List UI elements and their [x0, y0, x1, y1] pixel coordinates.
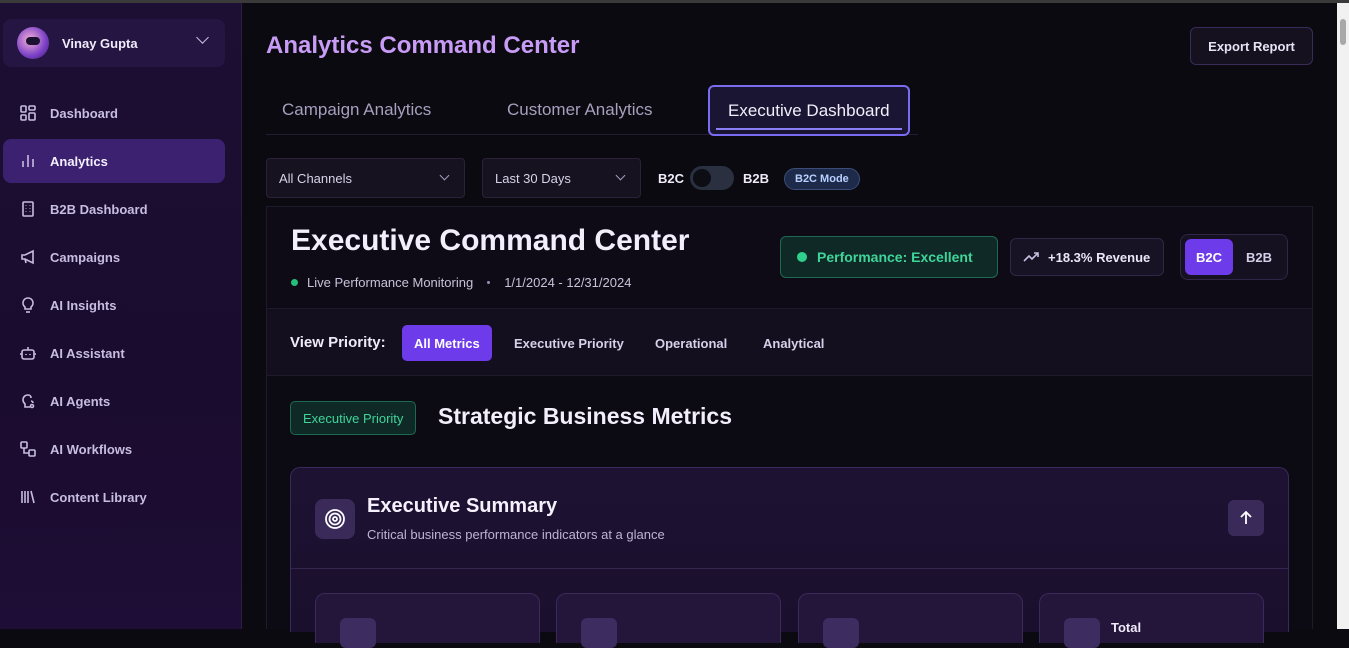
executive-panel: Executive Command Center Live Performanc… [266, 206, 1313, 648]
metric-icon [823, 618, 859, 648]
sidebar-nav: Dashboard Analytics B2B Dashboard Campai… [3, 91, 225, 523]
arrow-up-icon [1240, 510, 1252, 524]
sidebar-item-ai-workflows[interactable]: AI Workflows [3, 427, 225, 471]
metric-card[interactable] [556, 593, 781, 648]
metric-icon [340, 618, 376, 648]
date-range-select-value: Last 30 Days [495, 170, 571, 186]
sidebar-item-analytics[interactable]: Analytics [3, 139, 225, 183]
tab-customer-analytics[interactable]: Customer Analytics [507, 85, 653, 135]
metric-icon [581, 618, 617, 648]
scrollbar-thumb[interactable] [1340, 19, 1346, 45]
segment-switch: B2C B2B [1180, 234, 1288, 280]
segment-b2b-button[interactable]: B2B [1235, 239, 1283, 275]
sidebar: Vinay Gupta Dashboard Analytics B2B Dash… [0, 3, 242, 629]
live-label: Live Performance Monitoring [307, 275, 474, 290]
sidebar-item-content-library[interactable]: Content Library [3, 475, 225, 519]
page-title: Analytics Command Center [266, 32, 580, 59]
metric-icon [1064, 618, 1100, 648]
grid-icon [19, 104, 37, 122]
date-range-label: 1/1/2024 - 12/31/2024 [504, 275, 632, 290]
revenue-label: +18.3% Revenue [1048, 249, 1151, 265]
priority-analytical[interactable]: Analytical [751, 325, 836, 361]
executive-summary-card: Executive Summary Critical business perf… [290, 467, 1289, 648]
lightbulb-icon [19, 296, 37, 314]
executive-priority-badge: Executive Priority [290, 401, 417, 435]
sidebar-item-dashboard[interactable]: Dashboard [3, 91, 225, 135]
bar-chart-icon [19, 152, 37, 170]
metric-card-title: Total [1111, 620, 1142, 635]
view-priority-label: View Priority: [290, 334, 386, 351]
tab-campaign-analytics[interactable]: Campaign Analytics [282, 85, 431, 135]
sidebar-item-label: Content Library [50, 489, 147, 505]
metric-card[interactable]: Total [1039, 593, 1264, 648]
summary-title: Executive Summary [367, 495, 558, 517]
executive-header: Executive Command Center Live Performanc… [267, 207, 1312, 307]
sidebar-item-label: AI Assistant [50, 345, 125, 361]
sidebar-item-ai-assistant[interactable]: AI Assistant [3, 331, 225, 375]
user-name: Vinay Gupta [62, 35, 138, 51]
performance-badge: Performance: Excellent [780, 236, 998, 278]
building-icon [19, 200, 37, 218]
segment-b2c-button[interactable]: B2C [1185, 239, 1233, 275]
summary-subtitle: Critical business performance indicators… [367, 527, 665, 542]
analytics-tabs: Campaign Analytics Customer Analytics Ex… [266, 85, 918, 136]
chevron-down-icon [196, 31, 209, 44]
metric-card[interactable] [798, 593, 1023, 648]
performance-label: Performance: Excellent [817, 249, 973, 265]
collapse-button[interactable] [1228, 500, 1264, 536]
metric-card[interactable] [315, 593, 540, 648]
brain-icon [19, 392, 37, 410]
bot-icon [19, 344, 37, 362]
priority-all-metrics[interactable]: All Metrics [402, 325, 492, 361]
mode-badge: B2C Mode [784, 168, 860, 190]
live-status: Live Performance Monitoring 1/1/2024 - 1… [291, 275, 631, 290]
export-report-button[interactable]: Export Report [1190, 27, 1313, 65]
user-menu[interactable]: Vinay Gupta [3, 19, 225, 67]
library-icon [19, 488, 37, 506]
scrollbar[interactable] [1337, 3, 1349, 629]
toggle-knob [693, 169, 711, 187]
avatar [17, 27, 49, 59]
date-range-select[interactable]: Last 30 Days [482, 158, 641, 198]
live-dot-icon [291, 279, 298, 286]
separator-dot [487, 281, 491, 284]
workflow-icon [19, 440, 37, 458]
view-priority-bar: View Priority: All Metrics Executive Pri… [267, 308, 1312, 376]
executive-title: Executive Command Center [291, 224, 690, 257]
megaphone-icon [19, 248, 37, 266]
sidebar-item-b2b-dashboard[interactable]: B2B Dashboard [3, 187, 225, 231]
sidebar-item-label: B2B Dashboard [50, 201, 148, 217]
tab-executive-dashboard[interactable]: Executive Dashboard [708, 85, 910, 136]
priority-executive[interactable]: Executive Priority [502, 325, 636, 361]
sidebar-item-label: Analytics [50, 153, 108, 169]
status-dot-icon [797, 252, 807, 262]
chevron-down-icon [439, 170, 450, 181]
priority-operational[interactable]: Operational [643, 325, 739, 361]
sidebar-item-label: AI Agents [50, 393, 111, 409]
main-content: Analytics Command Center Export Report C… [243, 3, 1337, 648]
sidebar-item-ai-insights[interactable]: AI Insights [3, 283, 225, 327]
channel-select-value: All Channels [279, 170, 352, 186]
b2b-toggle-label: B2B [743, 171, 770, 186]
trending-up-icon [1023, 252, 1039, 262]
b2c-toggle-label: B2C [658, 171, 685, 186]
sidebar-item-label: Campaigns [50, 249, 121, 265]
channel-select[interactable]: All Channels [266, 158, 465, 198]
sidebar-item-campaigns[interactable]: Campaigns [3, 235, 225, 279]
section-title: Strategic Business Metrics [438, 403, 733, 429]
revenue-badge: +18.3% Revenue [1010, 238, 1164, 276]
sidebar-item-label: AI Insights [50, 297, 117, 313]
target-icon [315, 499, 355, 539]
sidebar-item-ai-agents[interactable]: AI Agents [3, 379, 225, 423]
divider [291, 568, 1288, 569]
chevron-down-icon [615, 170, 626, 181]
sidebar-item-label: Dashboard [50, 105, 118, 121]
b2c-b2b-toggle[interactable] [690, 166, 734, 190]
sidebar-item-label: AI Workflows [50, 441, 133, 457]
